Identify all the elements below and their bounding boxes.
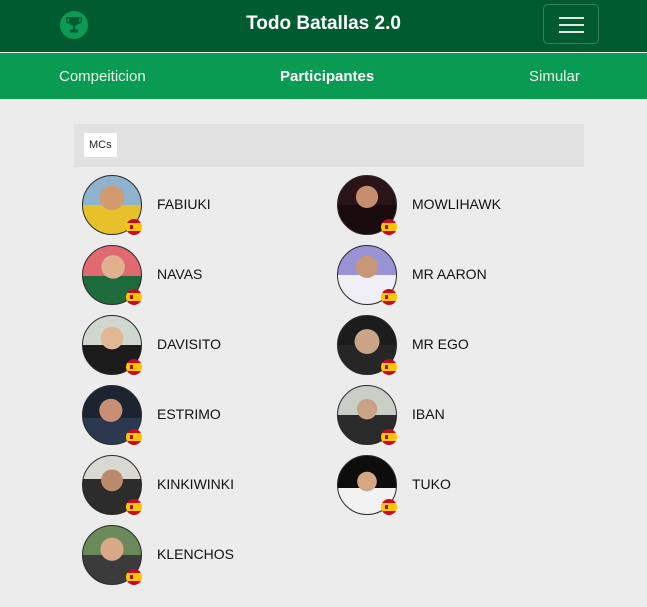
mc-name: ESTRIMO	[157, 406, 221, 422]
mc-card-navas[interactable]: NAVAS	[82, 245, 322, 305]
mc-card-mr-ego[interactable]: MR EGO	[337, 315, 577, 375]
mc-name: MR EGO	[412, 336, 469, 352]
mc-card-davisito[interactable]: DAVISITO	[82, 315, 322, 375]
mc-name: KINKIWINKI	[157, 476, 235, 492]
spain-flag-icon	[126, 569, 142, 585]
tab-competicion[interactable]: Compeiticion	[59, 68, 146, 86]
spain-flag-icon	[126, 359, 142, 375]
mc-card-mowlihawk[interactable]: MOWLIHAWK	[337, 175, 577, 235]
hamburger-menu-icon[interactable]	[543, 4, 599, 44]
mc-card-tuko[interactable]: TUKO	[337, 455, 577, 515]
spain-flag-icon	[126, 499, 142, 515]
tab-simular[interactable]: Simular	[529, 68, 580, 86]
mc-name: MR AARON	[412, 266, 487, 282]
mcs-section-header: MCs	[74, 124, 584, 167]
spain-flag-icon	[126, 429, 142, 445]
mc-name: TUKO	[412, 476, 451, 492]
mc-card-fabiuki[interactable]: FABIUKI	[82, 175, 322, 235]
mc-name: FABIUKI	[157, 196, 211, 212]
spain-flag-icon	[381, 499, 397, 515]
mc-name: MOWLIHAWK	[412, 196, 501, 212]
mc-card-iban[interactable]: IBAN	[337, 385, 577, 445]
mc-name: IBAN	[412, 406, 445, 422]
spain-flag-icon	[126, 289, 142, 305]
mc-name: KLENCHOS	[157, 546, 235, 562]
top-navbar: Todo Batallas 2.0	[0, 0, 647, 52]
mc-name: DAVISITO	[157, 336, 222, 352]
section-tabs: Compeiticion Participantes Simular	[0, 53, 647, 99]
spain-flag-icon	[381, 429, 397, 445]
mc-card-estrimo[interactable]: ESTRIMO	[82, 385, 322, 445]
spain-flag-icon	[381, 359, 397, 375]
tab-participantes[interactable]: Participantes	[280, 68, 374, 86]
mc-name: NAVAS	[157, 266, 203, 282]
mc-card-mr-aaron[interactable]: MR AARON	[337, 245, 577, 305]
mc-card-kinkiwinki[interactable]: KINKIWINKI	[82, 455, 322, 515]
mc-card-klenchos[interactable]: KLENCHOS	[82, 525, 322, 585]
spain-flag-icon	[126, 219, 142, 235]
spain-flag-icon	[381, 219, 397, 235]
spain-flag-icon	[381, 289, 397, 305]
mcs-label[interactable]: MCs	[84, 133, 117, 157]
